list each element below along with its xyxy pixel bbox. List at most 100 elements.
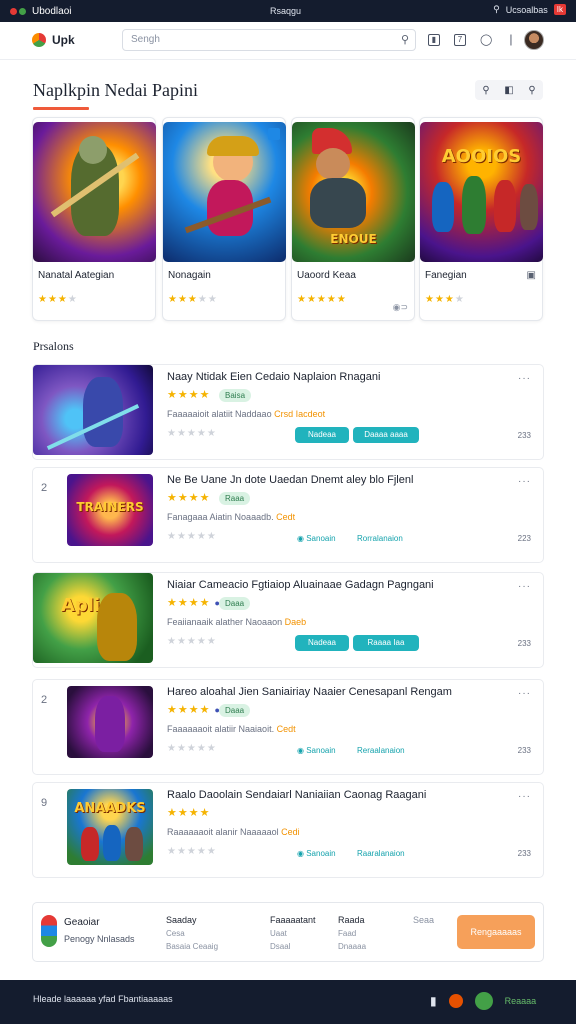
item-count: 233 [517,431,531,440]
status-badge: Baisa [219,389,252,402]
item-meta: Faaaaaioit alatiit Naddaao Crsd Iacdeot [167,409,326,419]
title-underline [33,107,89,110]
link-primary[interactable]: ◉ Sanoain [297,849,336,858]
game-name: Nonagain [168,270,211,281]
star-rating: ★★★★ [167,492,211,504]
info-icon: ◉ [297,746,304,755]
more-icon[interactable]: ··· [518,791,531,802]
status-badge: Daaa [219,704,251,717]
item-meta: Fanagaaa Aiatin Noaaadb. Cedt [167,512,296,522]
item-meta: Raaaaaaoit alanir Naaaaaol Cedi [167,827,300,837]
pin-icon[interactable]: ❘ [506,33,515,46]
brand-name: Upk [52,33,75,47]
info-icon: ◉ [297,849,304,858]
bottom-bar-text: Hleade laaaaaa yfad Fbantiaaaaas [33,994,173,1004]
user-rating[interactable]: ★★★★★ [167,846,217,857]
toggle-icon[interactable]: ◉⊃ [393,302,408,313]
user-rating[interactable]: ★★★★★ [167,428,217,439]
more-icon[interactable]: ··· [518,581,531,592]
info-icon: ◉ [297,534,304,543]
cta-button[interactable]: Rengaaaaas [457,915,535,949]
game-name: Uaoord Keaa [297,270,356,281]
system-center-text: Rsaqgu [270,6,302,16]
item-meta: Faaaaaaoit alatiir Naaiaoit. Cedt [167,724,296,734]
game-art: ENOUE [292,122,415,262]
search-icon[interactable]: ⚲ [482,85,489,96]
search-icon[interactable]: ⚲ [493,4,500,15]
notification-icon[interactable] [448,994,463,1008]
list-item[interactable]: 2 TRAINERS Ne Be Uane Jn dote Uaedan Dne… [32,467,544,563]
item-rank: 2 [41,694,48,706]
game-art: AOOIOS [420,122,543,262]
list-item[interactable]: 2 Hareo aloahal Jien Saniairiay Naaier C… [32,679,544,775]
item-title: Hareo aloahal Jien Saniairiay Naaier Cen… [167,686,452,698]
more-icon[interactable]: ··· [518,476,531,487]
bottom-bar-label[interactable]: Reaaaa [505,996,537,1006]
item-title: Naay Ntidak Eien Cedaio Naplaion Rnagani [167,371,381,383]
avatar[interactable] [524,30,544,50]
chat-icon[interactable] [474,992,493,1010]
item-count: 233 [517,849,531,858]
primary-button[interactable]: Nadeaa [295,427,349,443]
game-name: Nanatal Aategian [38,270,115,281]
game-name: Fanegian [425,270,467,281]
link-secondary[interactable]: Raaralanaion [357,849,405,858]
list-item[interactable]: Naay Ntidak Eien Cedaio Naplaion Rnagani… [32,364,544,460]
calendar-icon[interactable]: 7 [454,33,466,46]
search-input[interactable]: Sengh ⚲ [122,29,416,51]
primary-button[interactable]: Nadeaa [295,635,349,651]
system-app-name: Ubodlaoi [32,5,72,17]
item-meta: Feaiianaaik alather Naoaaon Daeb [167,617,307,627]
star-rating: ★★★★★ [297,294,347,305]
list-item[interactable]: Aplian Niaiar Cameacio Fgtiaiop Aluainaa… [32,572,544,668]
share-icon[interactable]: ◧ [504,85,513,96]
more-icon[interactable]: ··· [518,688,531,699]
secondary-button[interactable]: Daaaa aaaa [353,427,419,443]
bottom-bar: Hleade laaaaaa yfad Fbantiaaaaas ▮ Reaaa… [0,980,576,1024]
star-rating: ★★★★ [425,294,465,305]
game-thumbnail [33,365,153,455]
user-rating[interactable]: ★★★★★ [167,743,217,754]
featured-card[interactable]: AOOIOS Fanegian ▣ ★★★★ [419,117,543,321]
featured-card[interactable]: Nanatal Aategian ★★★★ [32,117,156,321]
link-secondary[interactable]: Rorralanaion [357,534,403,543]
game-thumbnail: Aplian [33,573,153,663]
link-primary[interactable]: ◉ Sanoain [297,534,336,543]
brand[interactable]: Upk [32,33,75,47]
star-rating: ★★★★ ● [167,597,221,609]
notification-badge[interactable]: Ik [553,4,566,15]
link-secondary[interactable]: Reraalanaion [357,746,405,755]
bookmark-icon[interactable]: ▮ [428,33,440,46]
game-thumbnail [67,686,153,758]
search-icon[interactable]: ⚲ [401,33,409,46]
item-title: Raalo Daoolain Sendaiarl Naniaiian Caona… [167,789,427,801]
item-rank: 9 [41,797,48,809]
item-rank: 2 [41,482,48,494]
star-rating: ★★★★ ● [167,704,221,716]
bookmark-icon[interactable]: ▮ [430,994,437,1008]
star-rating: ★★★★ [38,294,78,305]
featured-card[interactable]: ENOUE Uaoord Keaa ★★★★★ ◉⊃ [291,117,415,321]
shield-icon[interactable]: ◯ [480,33,492,46]
user-rating[interactable]: ★★★★★ [167,531,217,542]
footer-col[interactable]: Saaday Cesa Basaia Ceaaig [166,915,218,951]
link-primary[interactable]: ◉ Sanoain [297,746,336,755]
item-title: Ne Be Uane Jn dote Uaedan Dnemt aley blo… [167,474,414,486]
footer-col[interactable]: Raada Faad Dnaaaa [338,915,366,951]
expand-icon[interactable]: ▣ [527,270,536,281]
list-item[interactable]: 9 ANAADKS Raalo Daoolain Sendaiarl Nania… [32,782,544,878]
featured-card[interactable]: Nonagain ★★★★★ [162,117,286,321]
system-right-group: ⚲ Ucsoalbas Ik [493,4,566,15]
user-rating[interactable]: ★★★★★ [167,636,217,647]
game-art [163,122,286,262]
footer-col[interactable]: Faaaaatant Uaat Dsaal [270,915,316,951]
secondary-button[interactable]: Raaaa Iaa [353,635,419,651]
item-title: Niaiar Cameacio Fgtiaiop Aluainaae Gadag… [167,579,434,591]
more-icon[interactable]: ··· [518,373,531,384]
footer-col[interactable]: Seaa [413,915,434,925]
status-badge: Raaa [219,492,251,505]
footer-subtitle: Penogy Nnlasads [64,934,135,944]
filter-icon[interactable]: ⚲ [528,85,535,96]
system-right-text[interactable]: Ucsoalbas [506,5,548,15]
star-rating: ★★★★ [167,389,211,401]
